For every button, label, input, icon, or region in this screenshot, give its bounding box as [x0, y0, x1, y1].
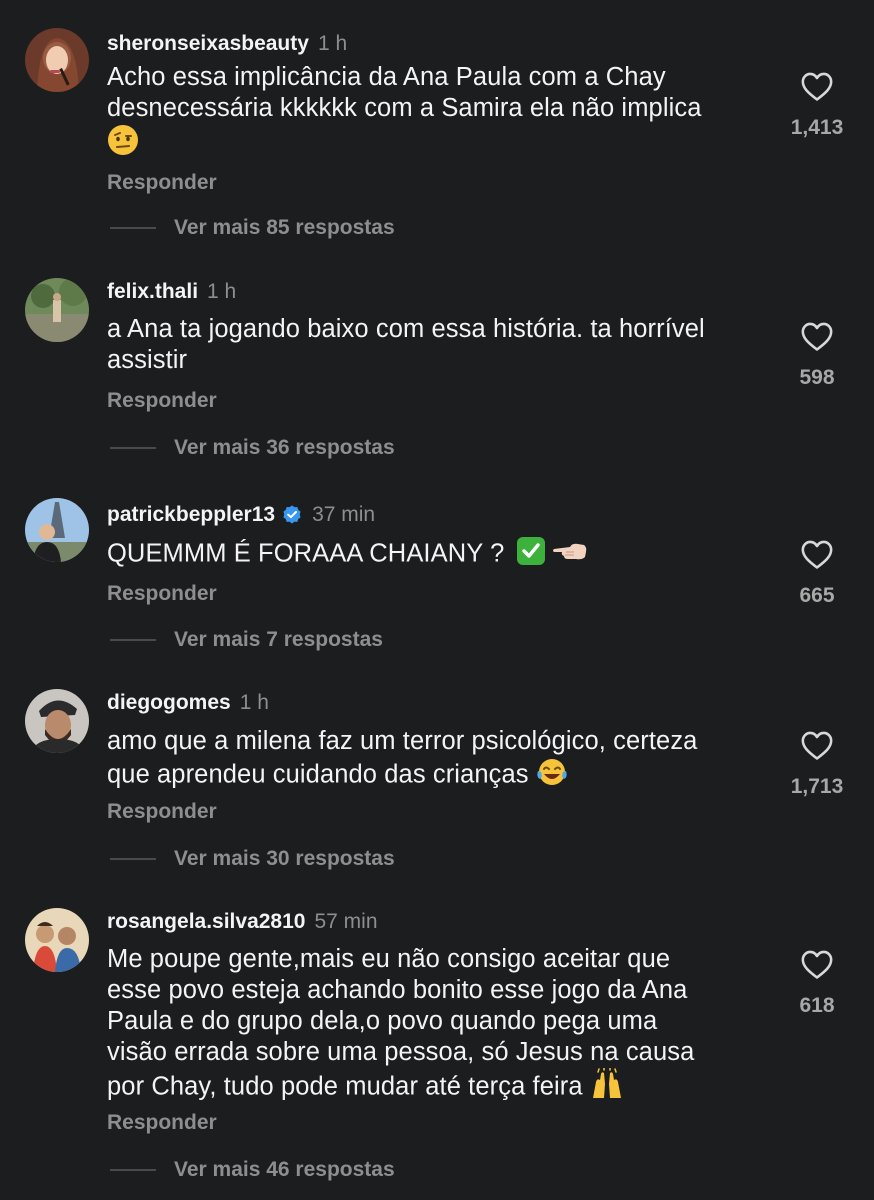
comment-text: amo que a milena faz um terror psicológi… [107, 726, 767, 795]
avatar[interactable] [25, 28, 89, 92]
like-area: 1,713 [757, 729, 874, 799]
view-replies-button[interactable]: Ver mais 46 respostas [110, 1158, 395, 1182]
timestamp: 37 min [312, 503, 376, 526]
heart-outline-icon[interactable] [800, 538, 834, 570]
face-with-tears-of-joy-icon [536, 757, 568, 795]
avatar[interactable] [25, 278, 89, 342]
view-replies-button[interactable]: Ver mais 36 respostas [110, 436, 395, 460]
comment-header: rosangela.silva2810 57 min [107, 908, 378, 936]
username[interactable]: sheronseixasbeauty [107, 32, 309, 56]
view-replies-label: Ver mais 30 respostas [174, 847, 395, 870]
like-count: 618 [799, 994, 835, 1017]
comment-text: Me poupe gente,mais eu não consigo aceit… [107, 944, 767, 1108]
username[interactable]: felix.thali [107, 280, 198, 304]
check-mark-button-icon [516, 536, 546, 574]
comment-header: felix.thali 1 h [107, 278, 236, 306]
avatar[interactable] [25, 908, 89, 972]
view-replies-label: Ver mais 7 respostas [174, 628, 383, 651]
view-replies-button[interactable]: Ver mais 30 respostas [110, 847, 395, 871]
like-area: 665 [757, 538, 874, 608]
reply-button[interactable]: Responder [107, 171, 217, 195]
comment-line: visão errada sobre uma pessoa, só Jesus … [107, 1038, 695, 1066]
comment-line-text: por Chay, tudo pode mudar até terça feir… [107, 1072, 590, 1101]
reply-button[interactable]: Responder [107, 1111, 217, 1135]
divider [110, 1169, 156, 1171]
like-area: 1,413 [757, 70, 874, 140]
backhand-index-pointing-left-icon [552, 539, 588, 571]
like-area: 618 [757, 948, 874, 1018]
divider [110, 858, 156, 860]
comment-text: Acho essa implicância da Ana Paula com a… [107, 62, 767, 164]
heart-outline-icon[interactable] [800, 70, 834, 102]
comment-line: desnecessária kkkkkk com a Samira ela nã… [107, 94, 702, 122]
reply-button[interactable]: Responder [107, 800, 217, 824]
comment-header: diegogomes 1 h [107, 689, 269, 717]
comment-text: a Ana ta jogando baixo com essa história… [107, 314, 767, 376]
face-with-raised-eyebrow-icon [107, 124, 139, 164]
divider [110, 227, 156, 229]
comment-line: por Chay, tudo pode mudar até terça feir… [107, 1067, 767, 1108]
timestamp: 1 h [317, 32, 348, 55]
like-area: 598 [757, 320, 874, 390]
like-count: 598 [799, 366, 835, 389]
reply-button[interactable]: Responder [107, 389, 217, 413]
like-count: 1,713 [790, 775, 844, 798]
comment-line: amo que a milena faz um terror psicológi… [107, 727, 698, 755]
view-replies-label: Ver mais 85 respostas [174, 216, 395, 239]
comment-line [107, 124, 767, 164]
verified-badge-icon [283, 505, 301, 524]
like-count: 1,413 [790, 116, 844, 139]
comment-line: Paula e do grupo dela,o povo quando pega… [107, 1007, 658, 1035]
reply-button[interactable]: Responder [107, 582, 217, 606]
username[interactable]: patrickbeppler13 [107, 503, 275, 527]
heart-outline-icon[interactable] [800, 948, 834, 980]
comment-line-text: que aprendeu cuidando das crianças [107, 760, 536, 789]
timestamp: 1 h [239, 691, 269, 714]
heart-outline-icon[interactable] [800, 320, 834, 352]
comment-text: QUEMMM É FORAAA CHAIANY ? [107, 536, 767, 574]
comment-line: que aprendeu cuidando das crianças [107, 757, 767, 795]
view-replies-button[interactable]: Ver mais 7 respostas [110, 628, 383, 652]
comment-header: sheronseixasbeauty 1 h [107, 30, 347, 58]
view-replies-button[interactable]: Ver mais 85 respostas [110, 216, 395, 240]
comment-line: Me poupe gente,mais eu não consigo aceit… [107, 945, 671, 973]
timestamp: 1 h [207, 280, 237, 303]
comment-line: a Ana ta jogando baixo com essa história… [107, 315, 705, 343]
comment-line: esse povo esteja achando bonito esse jog… [107, 976, 688, 1004]
comment-line: Acho essa implicância da Ana Paula com a… [107, 63, 666, 91]
avatar[interactable] [25, 689, 89, 753]
username[interactable]: diegogomes [107, 691, 231, 715]
heart-outline-icon[interactable] [800, 729, 834, 761]
view-replies-label: Ver mais 46 respostas [174, 1158, 395, 1181]
view-replies-label: Ver mais 36 respostas [174, 436, 395, 459]
timestamp: 57 min [314, 910, 378, 933]
username[interactable]: rosangela.silva2810 [107, 910, 305, 934]
avatar[interactable] [25, 498, 89, 562]
divider [110, 447, 156, 449]
comment-line: QUEMMM É FORAAA CHAIANY ? [107, 536, 767, 574]
divider [110, 639, 156, 641]
like-count: 665 [799, 584, 835, 607]
comment-header: patrickbeppler13 37 min [107, 501, 375, 529]
comment-line-text: QUEMMM É FORAAA CHAIANY ? [107, 539, 512, 568]
comment-line: assistir [107, 346, 188, 374]
raising-hands-icon [590, 1067, 624, 1108]
